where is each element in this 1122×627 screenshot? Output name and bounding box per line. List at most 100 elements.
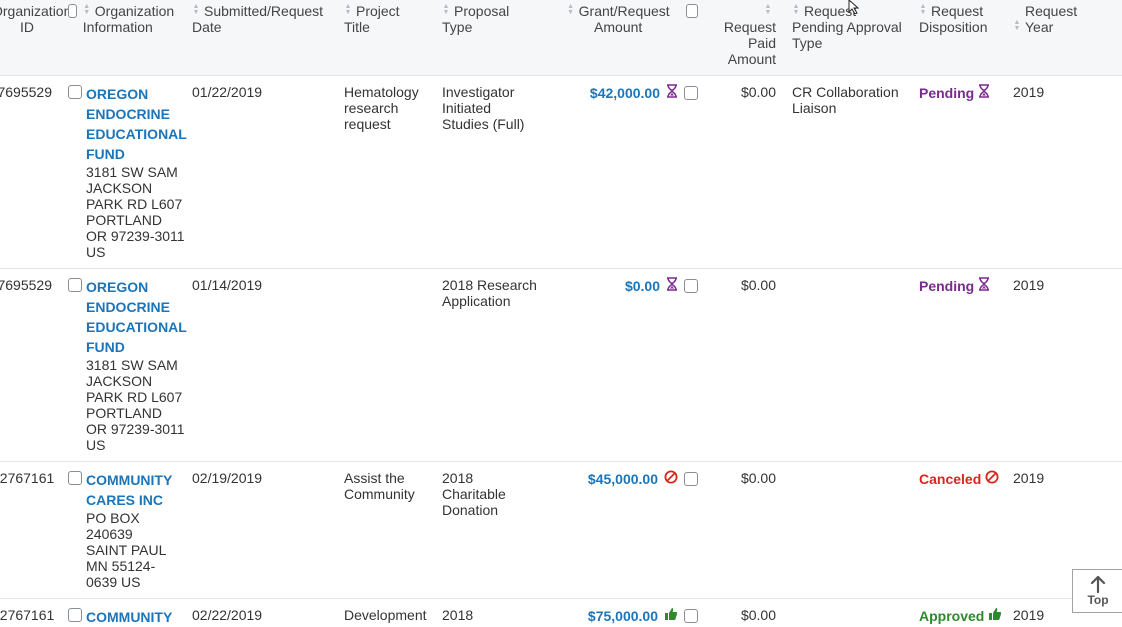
org-id: 7695529 [0,277,52,293]
proposal-type: 2018 Research Application [442,277,537,309]
grant-amount-cell: $45,000.00 [548,462,706,599]
table-row[interactable]: 7695529 OREGON ENDOCRINE EDUCATIONAL FUN… [0,269,1122,462]
row-select-checkbox[interactable] [68,471,82,485]
project-title-cell: Development [336,599,434,627]
sort-icon[interactable]: ▲ ▼ [192,3,200,16]
org-name-link[interactable]: OREGON ENDOCRINE EDUCATIONAL FUND [86,277,187,357]
requests-table: Organization ID ▲▼Organization Informati… [0,0,1122,627]
column-header-label: Request Pending Approval Type [792,3,902,51]
back-to-top-button[interactable]: Top [1072,569,1122,613]
request-year: 2019 [1013,607,1045,623]
org-info-cell: COMMUNITY [60,599,184,627]
submitted-date: 01/14/2019 [192,277,263,293]
amount-select-checkbox[interactable] [684,85,698,100]
proposal-type-cell: 2018 Research Application [434,269,548,462]
column-header-label: Organization Information [82,3,175,35]
pending-approval-cell: CR Collaboration Liaison [784,76,911,269]
column-header-year[interactable]: ▲ ▼ Request Year [1005,0,1122,76]
org-address: 3181 SW SAM JACKSON PARK RD L607 PORTLAN… [86,357,185,453]
paid-amount: $0.00 [740,607,776,623]
grant-amount-link[interactable]: $0.00 [625,278,660,294]
disposition-cell: Approved [911,599,1005,627]
amount-select-checkbox[interactable] [684,471,698,486]
paid-amount-cell: $0.00 [706,599,784,627]
column-header-org-info[interactable]: ▲ ▼ Organization Information [60,0,184,76]
org-name-link[interactable]: COMMUNITY [86,607,172,627]
amount-select-checkbox[interactable] [684,278,698,293]
sort-icon[interactable]: ▲ ▼ [83,3,91,16]
paid-amount-cell: $0.00 [706,76,784,269]
select-all-amount-checkbox[interactable] [686,4,698,18]
grant-amount-link[interactable]: $42,000.00 [590,85,660,101]
project-title-cell: Assist the Community [336,462,434,599]
grant-amount-link[interactable]: $45,000.00 [588,471,658,487]
sort-icon[interactable]: ▲ ▼ [919,3,927,16]
project-title-cell: Hematology research request [336,76,434,269]
table-body: 7695529 OREGON ENDOCRINE EDUCATIONAL FUN… [0,76,1122,627]
sort-icon[interactable]: ▲ ▼ [567,3,575,16]
proposal-type: Investigator Initiated Studies (Full) [442,84,525,132]
row-select-checkbox[interactable] [68,608,82,622]
org-name-link[interactable]: OREGON ENDOCRINE EDUCATIONAL FUND [86,84,187,164]
column-header-org-id[interactable]: Organization ID [0,0,71,76]
proposal-type: 2018 [442,607,474,623]
org-info-cell: OREGON ENDOCRINE EDUCATIONAL FUND 3181 S… [60,269,187,462]
column-header-label: Request Year [1025,3,1078,35]
sort-icon[interactable]: ▲ ▼ [344,3,352,16]
submitted-date-cell: 02/19/2019 [184,462,336,599]
column-header-label: Request Paid Amount [723,19,776,67]
sort-icon[interactable]: ▲ ▼ [442,3,450,16]
column-header-label: Proposal Type [442,3,510,35]
column-header-grant-amount[interactable]: ▲ ▼ Grant/Request Amount [548,0,706,76]
request-year: 2019 [1013,84,1045,100]
disposition-label: Canceled [919,470,982,487]
grant-amount-link[interactable]: $75,000.00 [588,608,658,624]
proposal-type: 2018 Charitable Donation [442,470,506,518]
disposition-status: Approved [919,607,1002,624]
sort-icon[interactable]: ▲ ▼ [792,3,800,16]
column-header-label: Grant/Request Amount [578,3,670,35]
hourglass-icon [978,84,990,101]
table-row[interactable]: 7695529 OREGON ENDOCRINE EDUCATIONAL FUN… [0,76,1122,269]
back-to-top-label: Top [1087,593,1109,607]
paid-amount-cell: $0.00 [706,269,784,462]
column-header-submitted-date[interactable]: ▲ ▼ Submitted/Request Date [184,0,336,76]
org-name-link[interactable]: COMMUNITY CARES INC [86,470,176,510]
column-header-label: Submitted/Request Date [192,3,324,35]
amount-select-checkbox[interactable] [684,608,698,623]
table-row[interactable]: 12767161 COMMUNITY CARES INC PO BOX 2406… [0,462,1122,599]
arrow-up-icon [1090,575,1106,593]
org-info-cell: COMMUNITY CARES INC PO BOX 240639 SAINT … [60,462,184,599]
sort-icon[interactable]: ▲ ▼ [1013,19,1021,32]
project-title: Assist the Community [344,470,415,502]
canceled-icon [664,470,678,487]
mouse-cursor-icon [848,0,860,14]
column-header-disposition[interactable]: ▲ ▼ Request Disposition [911,0,1005,76]
submitted-date: 01/22/2019 [192,84,263,100]
request-year: 2019 [1013,470,1045,486]
org-id-cell: 12767161 [0,462,60,599]
column-header-project-title[interactable]: ▲ ▼ Project Title [336,0,434,76]
proposal-type-cell: 2018 [434,599,548,627]
select-all-checkbox[interactable] [68,4,77,18]
grant-amount-cell: $42,000.00 [548,76,706,269]
table-row[interactable]: 12767161 COMMUNITY 02/22/2019 Developmen… [0,599,1122,627]
project-title: Hematology research request [344,84,419,132]
org-id: 12767161 [0,470,55,486]
grant-amount-cell: $75,000.00 [548,599,706,627]
submitted-date-cell: 01/22/2019 [184,76,336,269]
submitted-date: 02/22/2019 [192,607,263,623]
column-header-paid-amount[interactable]: ▲ ▼ Request Paid Amount [706,0,784,76]
column-header-proposal-type[interactable]: ▲ ▼ Proposal Type [434,0,548,76]
sort-icon[interactable]: ▲ ▼ [764,3,772,16]
org-id-cell: 7695529 [0,76,60,269]
disposition-cell: Pending [911,76,1005,269]
column-header-label: Project Title [344,3,400,35]
row-select-checkbox[interactable] [68,85,82,99]
disposition-status: Pending [919,84,990,101]
hourglass-icon [666,277,678,294]
disposition-cell: Canceled [911,462,1005,599]
project-title-cell [336,269,434,462]
disposition-label: Pending [919,84,975,101]
row-select-checkbox[interactable] [68,278,82,292]
